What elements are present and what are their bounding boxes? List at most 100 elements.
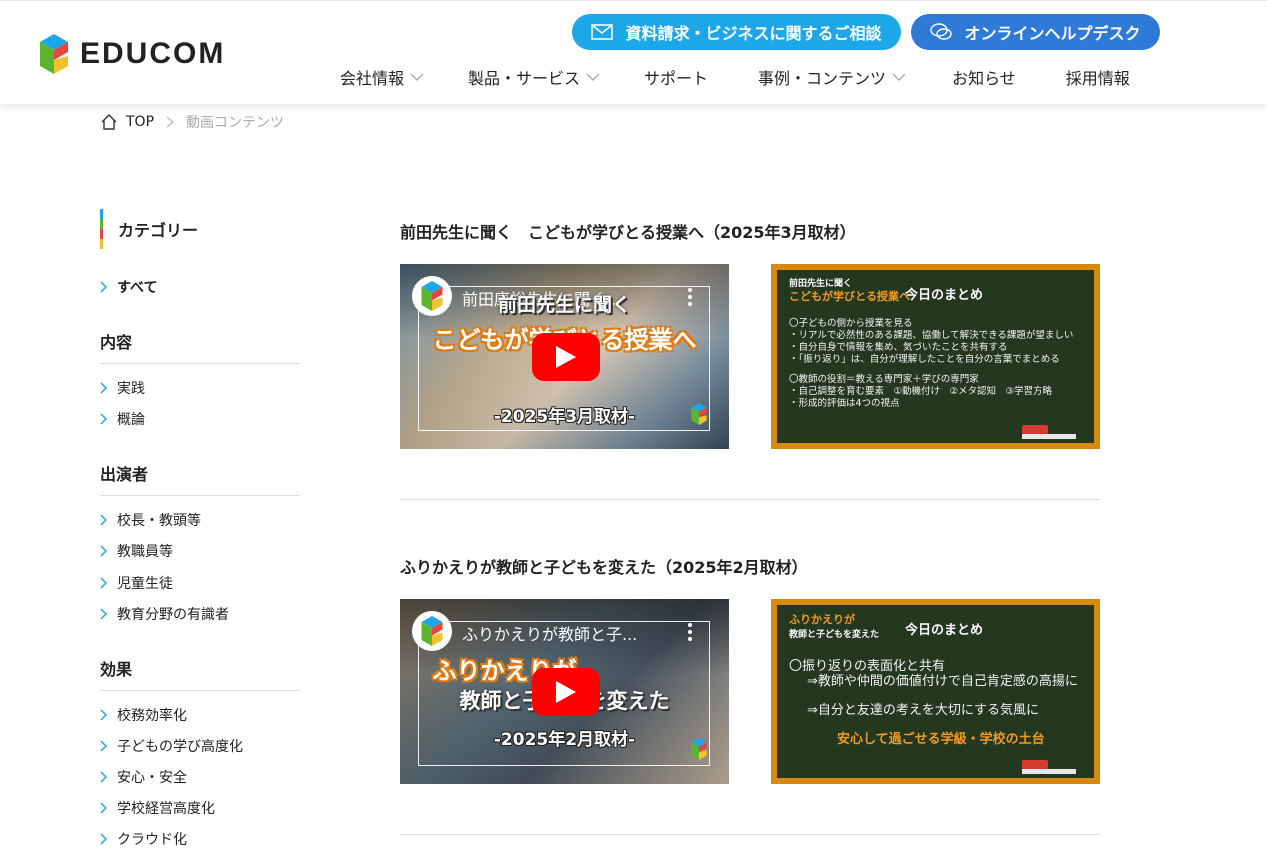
breadcrumb-current: 動画コンテンツ — [186, 115, 285, 131]
board-line: ・リアルで必然性のある課題、協働して解決できる課題が望ましい — [789, 330, 1074, 341]
board-line: 〇子どもの側から授業を見る — [789, 318, 913, 329]
board-main-title: 教師と子どもを変えた — [789, 630, 880, 640]
educom-logo-icon — [691, 738, 707, 760]
sidebar-item-experts[interactable]: 教育分野の有識者 — [100, 604, 229, 624]
board-line: ・自分自身で情報を集め、気づいたことを共有する — [789, 342, 1008, 353]
sidebar-item-practice[interactable]: 実践 — [100, 378, 145, 398]
sidebar-item-efficiency[interactable]: 校務効率化 — [100, 705, 187, 725]
logo[interactable]: EDUCOM — [40, 34, 225, 74]
nav-label: 採用情報 — [1065, 69, 1130, 88]
sidebar-item-label: 概論 — [117, 412, 145, 428]
nav-recruit[interactable]: 採用情報 — [1066, 65, 1130, 89]
educom-logo-icon — [40, 34, 68, 74]
contact-button[interactable]: 資料請求・ビジネスに関するご相談 — [572, 14, 901, 50]
video-player[interactable]: 前田康裕先生に聞く... 前田先生に聞く こどもが学びとる授業へ -2025年3… — [400, 264, 729, 449]
entry-divider — [400, 499, 1100, 500]
breadcrumb-home[interactable]: TOP — [100, 113, 154, 131]
sidebar-item-label: 校長・教頭等 — [117, 513, 201, 529]
summary-blackboard: 前田先生に聞く こどもが学びとる授業へ 今日のまとめ 〇子どもの側から授業を見る… — [771, 264, 1100, 449]
sidebar-item-label: 教職員等 — [117, 544, 173, 560]
board-subtitle: ふりかえりが — [789, 613, 855, 626]
sidebar-item-principals[interactable]: 校長・教頭等 — [100, 510, 201, 530]
entry-title[interactable]: ふりかえりが教師と子どもを変えた（2025年2月取材） — [400, 554, 808, 578]
nav-label: 会社情報 — [340, 69, 405, 88]
site-header: EDUCOM 資料請求・ビジネスに関するご相談 オンラインヘルプデスク 会社情報… — [0, 0, 1267, 104]
sidebar-heading-performers: 出演者 — [100, 461, 300, 496]
home-icon — [101, 114, 117, 130]
help-desk-button[interactable]: オンラインヘルプデスク — [911, 14, 1160, 50]
sidebar-item-learning[interactable]: 子どもの学び高度化 — [100, 736, 243, 756]
board-line: ・形成的評価は4つの視点 — [789, 398, 900, 409]
sidebar-item-label: 実践 — [117, 381, 145, 397]
nav-label: サポート — [644, 69, 709, 88]
category-sidebar: カテゴリー すべて 内容 実践 概論 出演者 校長・教頭等 教職員等 児童生徒 … — [100, 209, 300, 848]
educom-logo-icon — [421, 616, 443, 646]
board-summary-heading: 今日のまとめ — [905, 288, 984, 303]
sidebar-item-staff[interactable]: 教職員等 — [100, 541, 173, 561]
category-accent-bar — [100, 209, 103, 249]
board-line: 〇振り返りの表面化と共有 — [789, 659, 946, 674]
board-text: 〇振り返りの表面化と共有 ⇒教師や仲間の価値付けで自己肯定感の高揚に ⇒自分と友… — [789, 659, 1078, 747]
board-line: ⇒教師や仲間の価値付けで自己肯定感の高揚に — [807, 674, 1078, 689]
nav-products[interactable]: 製品・サービス — [468, 65, 600, 89]
nav-cases[interactable]: 事例・コンテンツ — [758, 65, 906, 89]
sidebar-item-label: 校務効率化 — [117, 708, 187, 724]
video-date: -2025年2月取材- — [493, 730, 636, 750]
board-text: 〇子どもの側から授業を見る ・リアルで必然性のある課題、協働して解決できる課題が… — [789, 318, 1073, 410]
board-highlight: 安心して過ごせる学級・学校の土台 — [837, 732, 1045, 747]
nav-company[interactable]: 会社情報 — [340, 65, 424, 89]
nav-support[interactable]: サポート — [644, 65, 708, 89]
entry-divider — [400, 834, 1100, 835]
entry-title[interactable]: 前田先生に聞く こどもが学びとる授業へ（2025年3月取材） — [400, 219, 856, 243]
sidebar-item-all[interactable]: すべて — [100, 277, 157, 297]
video-player[interactable]: ふりかえりが教師と子... ふりかえりが 教師と子どもを変えた -2025年2月… — [400, 599, 729, 784]
board-line: ⇒自分と友達の考えを大切にする気風に — [807, 703, 1040, 718]
chevron-right-icon — [100, 709, 107, 721]
sidebar-item-cloud[interactable]: クラウド化 — [100, 829, 187, 849]
chevron-right-icon — [100, 802, 107, 814]
chevron-right-icon — [100, 771, 107, 783]
board-line: 〇教師の役割＝教える専門家＋学びの専門家 — [789, 374, 979, 385]
blackboard-surface: 前田先生に聞く こどもが学びとる授業へ 今日のまとめ 〇子どもの側から授業を見る… — [777, 270, 1094, 443]
chevron-down-icon — [586, 73, 600, 81]
sidebar-item-safety[interactable]: 安心・安全 — [100, 767, 187, 787]
nav-label: 事例・コンテンツ — [758, 69, 887, 88]
chevron-right-icon — [100, 577, 107, 589]
chevron-down-icon — [892, 73, 906, 81]
summary-blackboard: ふりかえりが 教師と子どもを変えた 今日のまとめ 〇振り返りの表面化と共有 ⇒教… — [771, 599, 1100, 784]
more-options-icon[interactable] — [688, 623, 692, 644]
category-title-label: カテゴリー — [118, 221, 199, 240]
nav-news[interactable]: お知らせ — [952, 65, 1016, 89]
board-line: ・自己調整を育む要素 ①動機付け ②メタ認知 ③学習方略 — [789, 386, 1053, 397]
play-button[interactable] — [532, 333, 600, 381]
sidebar-heading-effects: 効果 — [100, 656, 300, 691]
channel-avatar[interactable] — [412, 611, 452, 651]
chevron-down-icon — [410, 73, 424, 81]
video-headline-top: 前田先生に聞く — [497, 294, 631, 316]
sidebar-heading-content: 内容 — [100, 329, 300, 364]
sidebar-item-overview[interactable]: 概論 — [100, 409, 145, 429]
contact-button-label: 資料請求・ビジネスに関するご相談 — [625, 24, 882, 43]
chevron-right-icon — [100, 833, 107, 845]
eraser-icon — [1022, 760, 1076, 774]
blackboard-surface: ふりかえりが 教師と子どもを変えた 今日のまとめ 〇振り返りの表面化と共有 ⇒教… — [777, 605, 1094, 778]
nav-label: お知らせ — [952, 69, 1016, 88]
play-icon — [556, 681, 576, 703]
educom-logo-icon — [691, 403, 707, 425]
sidebar-item-students[interactable]: 児童生徒 — [100, 573, 173, 593]
sidebar-item-label: 子どもの学び高度化 — [117, 739, 243, 755]
breadcrumb-home-label: TOP — [126, 114, 155, 130]
play-button[interactable] — [532, 668, 600, 716]
eraser-icon — [1022, 425, 1076, 439]
video-title[interactable]: ふりかえりが教師と子... — [462, 621, 637, 645]
sidebar-item-management[interactable]: 学校経営高度化 — [100, 798, 215, 818]
video-date: -2025年3月取材- — [493, 407, 636, 427]
help-desk-button-label: オンラインヘルプデスク — [964, 24, 1141, 43]
chevron-right-icon — [100, 608, 107, 620]
chevron-right-icon — [100, 382, 107, 394]
play-icon — [556, 346, 576, 368]
sidebar-item-label: クラウド化 — [117, 832, 187, 848]
chevron-right-icon — [166, 116, 175, 128]
brand-name: EDUCOM — [80, 37, 226, 70]
sidebar-item-label: 安心・安全 — [117, 770, 187, 786]
